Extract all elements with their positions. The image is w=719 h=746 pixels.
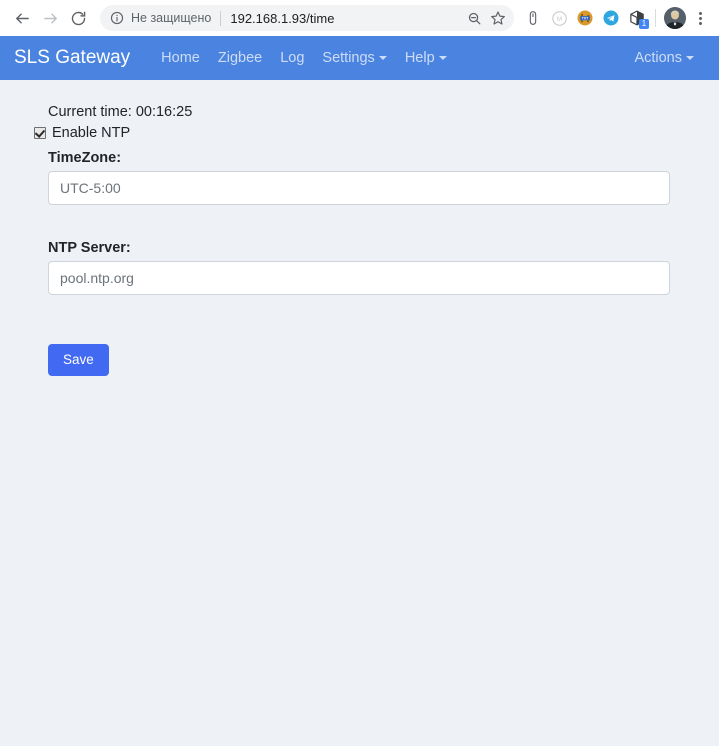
info-circle-icon[interactable] (110, 11, 124, 25)
menu-dot (698, 21, 702, 25)
nav-link-actions[interactable]: Actions (625, 50, 703, 66)
omnibox-divider (220, 10, 222, 26)
nav-link-help[interactable]: Help (396, 50, 456, 66)
navbar-links: Home Zigbee Log Settings Help (152, 50, 455, 66)
enable-ntp-row[interactable]: Enable NTP (34, 123, 670, 143)
svg-text:TXT: TXT (582, 16, 589, 20)
security-status-text: Не защищено (131, 11, 212, 25)
enable-ntp-label: Enable NTP (52, 125, 131, 141)
back-arrow-icon (14, 10, 31, 27)
menu-dot (698, 11, 702, 15)
chevron-down-icon (378, 56, 387, 60)
brand-title[interactable]: SLS Gateway (14, 47, 130, 69)
zoom-out-magnifier-icon[interactable] (462, 6, 486, 30)
enable-ntp-checkbox[interactable] (34, 127, 46, 139)
mouse-extension-icon[interactable] (520, 4, 546, 32)
page-content: Current time: 00:16:25 Enable NTP TimeZo… (0, 80, 719, 376)
form-spacer (34, 205, 670, 233)
site-navbar: SLS Gateway Home Zigbee Log Settings Hel… (0, 36, 719, 80)
nav-link-log[interactable]: Log (271, 50, 313, 66)
metamask-extension-icon[interactable]: M (546, 4, 572, 32)
save-button[interactable]: Save (48, 344, 109, 376)
box-extension-icon[interactable]: 1 (624, 4, 650, 32)
menu-dot (698, 16, 702, 20)
toolbar-divider (655, 9, 656, 27)
cookie-txt-extension-icon[interactable]: TXT (572, 4, 598, 32)
profile-avatar[interactable] (664, 7, 686, 29)
nav-link-help-label: Help (404, 50, 435, 66)
nav-link-settings[interactable]: Settings (313, 50, 395, 66)
timezone-input[interactable] (48, 171, 670, 205)
address-bar[interactable]: Не защищено 192.168.1.93/time (100, 5, 514, 31)
nav-link-home[interactable]: Home (152, 50, 209, 66)
star-bookmark-icon[interactable] (486, 6, 510, 30)
time-settings-form: Current time: 00:16:25 Enable NTP TimeZo… (0, 102, 719, 376)
nav-link-zigbee-label: Zigbee (217, 50, 263, 66)
nav-link-actions-label: Actions (634, 50, 682, 66)
current-time-text: Current time: 00:16:25 (48, 104, 193, 120)
ntp-server-input[interactable] (48, 261, 670, 295)
nav-link-settings-label: Settings (322, 50, 375, 66)
nav-link-log-label: Log (280, 50, 305, 66)
back-button[interactable] (8, 4, 36, 32)
chevron-down-icon (438, 56, 447, 60)
svg-text:M: M (556, 17, 561, 23)
nav-link-zigbee[interactable]: Zigbee (209, 50, 271, 66)
reload-icon (70, 10, 87, 27)
box-extension-badge: 1 (639, 19, 649, 29)
nav-link-home-label: Home (161, 50, 200, 66)
ntp-server-label: NTP Server: (48, 240, 131, 256)
timezone-label: TimeZone: (48, 150, 122, 166)
reload-button[interactable] (64, 4, 92, 32)
telegram-extension-icon[interactable] (598, 4, 624, 32)
chevron-down-icon (686, 56, 694, 60)
forward-arrow-icon (42, 10, 59, 27)
url-text[interactable]: 192.168.1.93/time (230, 11, 462, 26)
forward-button[interactable] (36, 4, 64, 32)
browser-toolbar: Не защищено 192.168.1.93/time M TXT 1 (0, 0, 719, 36)
chrome-menu-icon[interactable] (689, 4, 711, 32)
